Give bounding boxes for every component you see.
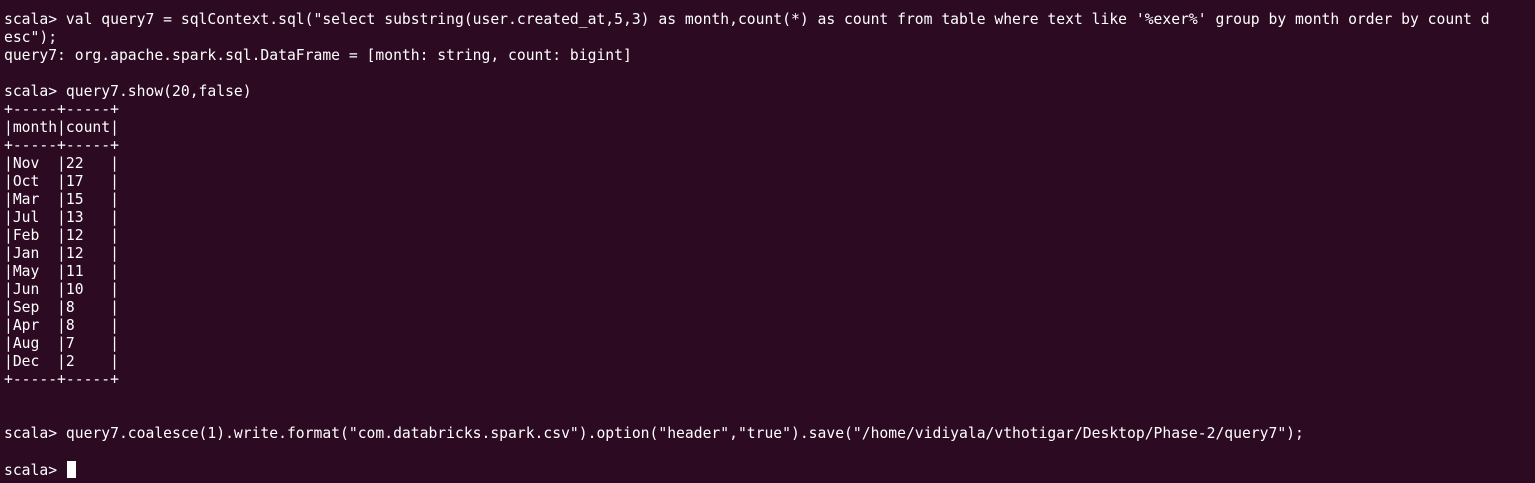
table-row: |Sep |8 | — [4, 299, 119, 316]
terminal-line: esc"); — [4, 29, 58, 46]
terminal-line: scala> query7.show(20,false) — [4, 83, 252, 100]
table-border-line: +-----+-----+ — [4, 371, 119, 388]
table-border-line: +-----+-----+ — [4, 101, 119, 118]
table-row: |Nov |22 | — [4, 155, 119, 172]
table-border-line: +-----+-----+ — [4, 137, 119, 154]
table-row: |Jul |13 | — [4, 209, 119, 226]
terminal-window[interactable]: scala> val query7 = sqlContext.sql("sele… — [0, 0, 1535, 483]
terminal-line: scala> val query7 = sqlContext.sql("sele… — [4, 11, 1490, 28]
table-row: |Aug |7 | — [4, 335, 119, 352]
command-input-line[interactable]: scala> — [4, 461, 1524, 479]
table-row: |Apr |8 | — [4, 317, 119, 334]
table-row: |Jun |10 | — [4, 281, 119, 298]
text-cursor — [66, 461, 76, 478]
table-row: |Jan |12 | — [4, 245, 119, 262]
table-row: |Oct |17 | — [4, 173, 119, 190]
shell-prompt: scala> — [4, 462, 66, 479]
terminal-line: query7: org.apache.spark.sql.DataFrame =… — [4, 47, 632, 64]
terminal-line: scala> query7.coalesce(1).write.format("… — [4, 425, 1304, 442]
table-row: |Dec |2 | — [4, 353, 119, 370]
table-row: |Mar |15 | — [4, 191, 119, 208]
table-row: |May |11 | — [4, 263, 119, 280]
table-header-line: |month|count| — [4, 119, 119, 136]
table-row: |Feb |12 | — [4, 227, 119, 244]
